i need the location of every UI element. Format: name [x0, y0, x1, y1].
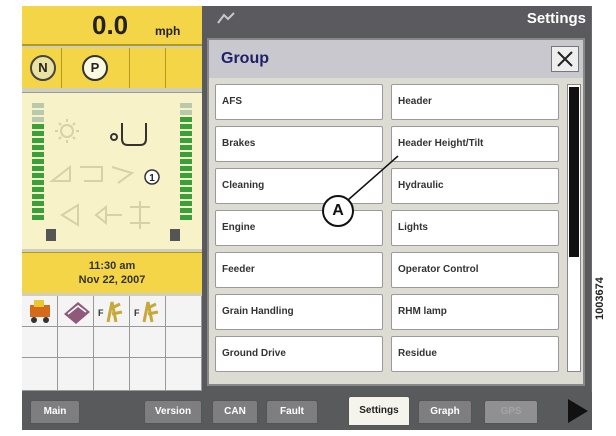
tab-bar: Main Version CAN Fault Settings Graph GP…	[22, 392, 592, 430]
shortcut-empty-8[interactable]	[58, 358, 94, 391]
group-button-header[interactable]: Header	[391, 84, 559, 120]
dialog-header: Group	[209, 40, 583, 78]
speed-readout: 0.0 mph	[22, 6, 202, 46]
book-icon	[64, 302, 90, 324]
date-label: Nov 22, 2007	[78, 274, 146, 286]
lock-icons	[46, 229, 180, 241]
shortcut-empty-10[interactable]	[130, 358, 166, 391]
group-button-cleaning[interactable]: Cleaning	[215, 168, 383, 204]
shortcut-empty-1[interactable]	[166, 296, 202, 327]
tab-graph[interactable]: Graph	[418, 400, 472, 424]
sun-icon	[55, 119, 79, 143]
signal-icon	[217, 12, 235, 24]
arrow-icons	[60, 201, 150, 229]
shortcut-grid: F F	[22, 296, 202, 391]
tab-settings[interactable]: Settings	[348, 396, 410, 426]
header-icon	[110, 123, 147, 146]
shortcut-fr-right[interactable]: F	[130, 296, 166, 327]
dialog-scrollbar[interactable]	[567, 84, 581, 372]
neutral-cell: N	[22, 48, 62, 88]
svg-text:1: 1	[149, 173, 155, 184]
group-button-engine[interactable]: Engine	[215, 210, 383, 246]
figure-id: 1003674	[594, 277, 606, 320]
shortcut-empty-11[interactable]	[166, 358, 202, 391]
group-button-hydraulic[interactable]: Hydraulic	[391, 168, 559, 204]
group-button-brakes[interactable]: Brakes	[215, 126, 383, 162]
group-button-operator-control[interactable]: Operator Control	[391, 252, 559, 288]
group-button-ground-drive[interactable]: Ground Drive	[215, 336, 383, 372]
page-title: Settings	[526, 10, 586, 27]
time-label: 11:30 am	[88, 260, 136, 272]
group-button-grain-handling[interactable]: Grain Handling	[215, 294, 383, 330]
group-dialog: Group AFS Brakes Cleaning Engine Feeder …	[207, 38, 585, 386]
park-cell: P	[62, 48, 130, 88]
tab-main[interactable]: Main	[30, 400, 80, 424]
light-icons	[49, 164, 135, 184]
shortcut-empty-2[interactable]	[22, 327, 58, 358]
close-button[interactable]	[551, 46, 579, 72]
shortcut-empty-9[interactable]	[94, 358, 130, 391]
status-panel: 0.0 mph N P 1 11:30 am Nov 22, 2007 F F	[22, 6, 202, 391]
combine-icon	[30, 300, 50, 323]
status-icons: 1	[46, 119, 180, 241]
group-button-feeder[interactable]: Feeder	[215, 252, 383, 288]
shortcut-empty-3[interactable]	[58, 327, 94, 358]
counter-icon: 1	[144, 169, 160, 185]
shortcut-empty-7[interactable]	[22, 358, 58, 391]
dialog-title: Group	[221, 50, 269, 67]
shortcut-empty-4[interactable]	[94, 327, 130, 358]
tab-fault[interactable]: Fault	[266, 400, 318, 424]
tab-gps[interactable]: GPS	[484, 400, 538, 424]
group-button-residue[interactable]: Residue	[391, 336, 559, 372]
shortcut-combine[interactable]	[22, 296, 58, 327]
group-button-rhm-lamp[interactable]: RHM lamp	[391, 294, 559, 330]
group-button-lights[interactable]: Lights	[391, 210, 559, 246]
datetime-box: 11:30 am Nov 22, 2007	[22, 252, 202, 293]
shortcut-fr-left[interactable]: F	[94, 296, 130, 327]
tab-can[interactable]: CAN	[212, 400, 258, 424]
speed-value: 0.0	[92, 10, 129, 40]
callout-a: A	[322, 195, 354, 227]
next-page-icon[interactable]	[568, 399, 588, 423]
gear-cell-empty-2	[166, 48, 202, 88]
group-button-afs[interactable]: AFS	[215, 84, 383, 120]
shortcut-empty-5[interactable]	[130, 327, 166, 358]
fr-crop-icon: F	[98, 301, 123, 323]
close-icon	[557, 51, 573, 67]
tab-version[interactable]: Version	[144, 400, 202, 424]
park-indicator: P	[82, 55, 108, 81]
shortcut-book[interactable]	[58, 296, 94, 327]
svg-text:F: F	[98, 308, 104, 318]
gear-indicator-row: N P	[22, 48, 202, 88]
scrollbar-thumb[interactable]	[569, 87, 579, 257]
machine-status-display: 1	[22, 92, 202, 249]
title-bar: Settings	[202, 6, 590, 32]
shortcut-empty-6[interactable]	[166, 327, 202, 358]
neutral-indicator: N	[30, 55, 56, 81]
gear-cell-empty-1	[130, 48, 166, 88]
svg-text:F: F	[134, 308, 140, 318]
speed-unit: mph	[155, 24, 181, 38]
fr-crop-icon: F	[134, 301, 159, 323]
group-button-header-height-tilt[interactable]: Header Height/Tilt	[391, 126, 559, 162]
